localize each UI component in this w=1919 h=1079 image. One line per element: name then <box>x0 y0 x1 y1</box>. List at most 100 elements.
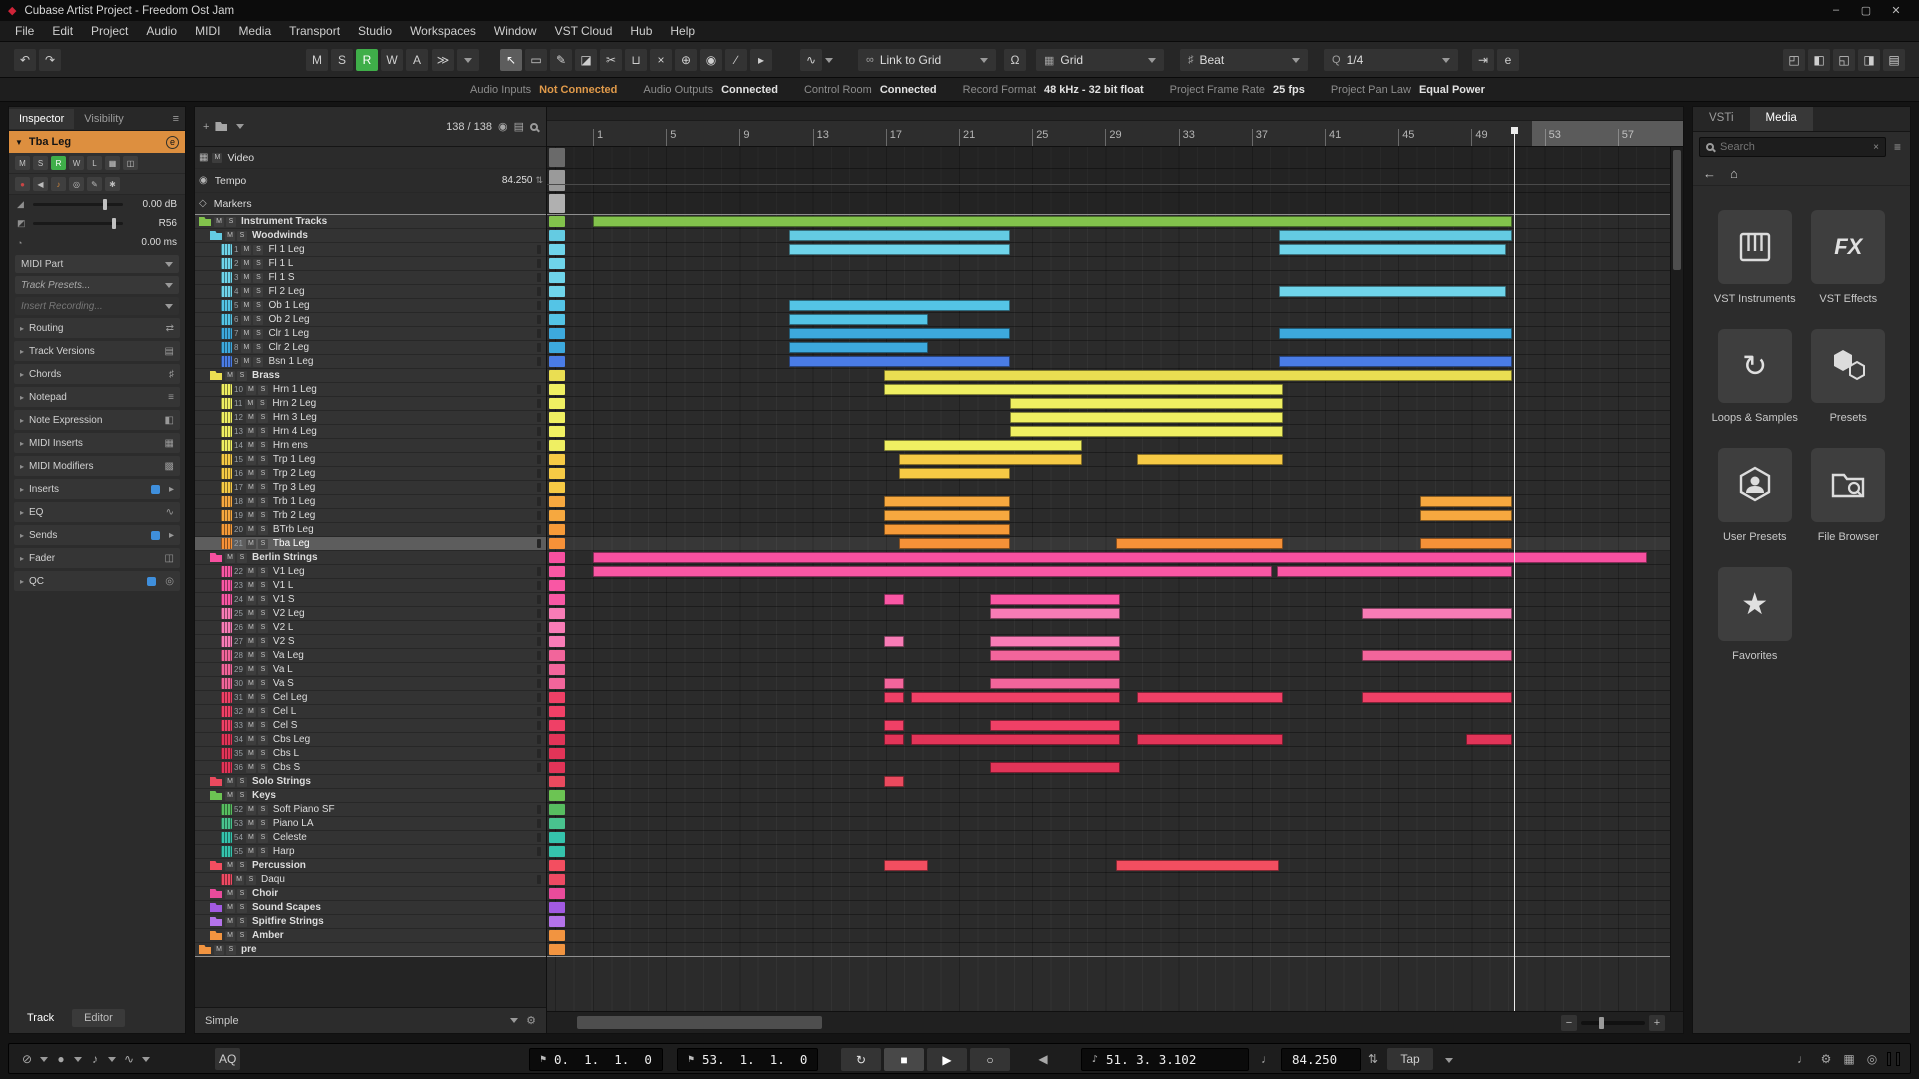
solo-button[interactable]: S <box>237 888 247 899</box>
track-lane[interactable] <box>547 929 1683 943</box>
object-selection-tool[interactable]: ↖ <box>500 49 522 71</box>
mute-button[interactable]: M <box>245 706 256 717</box>
mute-button[interactable]: M <box>245 594 256 605</box>
tab-inspector[interactable]: Inspector <box>9 108 75 129</box>
inspector-section-sends[interactable]: ▸ Sends ▸ <box>14 525 180 545</box>
grid-type-dropdown[interactable]: ▦ Grid <box>1036 49 1164 71</box>
track-list-item[interactable]: 52 M S Soft Piano SF <box>195 803 546 817</box>
tempo-display[interactable]: 84.250 <box>1281 1048 1361 1071</box>
time-position-display[interactable]: ♪ 51. 3. 3.102 <box>1081 1048 1249 1071</box>
track-list-item[interactable]: 33 M S Cel S <box>195 719 546 733</box>
midi-event-clip[interactable] <box>788 230 1011 241</box>
track-list-item[interactable]: 53 M S Piano LA <box>195 817 546 831</box>
track-list-item[interactable]: 34 M S Cbs Leg <box>195 733 546 747</box>
horizontal-scrollbar-thumb[interactable] <box>577 1016 822 1029</box>
quantize-panel-button[interactable]: e <box>1497 49 1519 71</box>
track-lane[interactable] <box>547 257 1683 271</box>
mute-button[interactable]: M <box>245 398 256 409</box>
menu-studio[interactable]: Studio <box>349 24 401 38</box>
minimize-button[interactable]: – <box>1821 4 1851 17</box>
track-preset-dropdown[interactable]: Track Presets... <box>15 276 179 294</box>
track-lane[interactable] <box>547 803 1683 817</box>
track-list-item[interactable]: ◉ Tempo 84.250 ⇅ <box>195 169 546 193</box>
track-lane[interactable] <box>547 663 1683 677</box>
inspector-section-midi-inserts[interactable]: ▸ MIDI Inserts ▦ <box>14 433 180 453</box>
midi-event-clip[interactable] <box>1010 412 1283 423</box>
split-tool[interactable]: ✂ <box>600 49 622 71</box>
mute-button[interactable]: M <box>225 370 235 381</box>
midi-event-clip[interactable] <box>1279 328 1512 339</box>
track-lane[interactable] <box>547 523 1683 537</box>
left-zone-toggle[interactable]: ◧ <box>1808 49 1830 71</box>
solo-button[interactable]: S <box>237 552 247 563</box>
mute-button[interactable]: M <box>241 328 252 339</box>
track-lane[interactable] <box>547 733 1683 747</box>
menu-hub[interactable]: Hub <box>621 24 661 38</box>
track-list-item[interactable]: 30 M S Va S <box>195 677 546 691</box>
mute-button[interactable]: M <box>245 622 256 633</box>
solo-button[interactable]: S <box>257 664 268 675</box>
mute-button[interactable]: M <box>241 342 252 353</box>
midi-event-clip[interactable] <box>883 692 905 703</box>
output-routing-dropdown[interactable]: MIDI Part <box>15 255 179 273</box>
track-list-item[interactable]: 2 M S Fl 1 L <box>195 257 546 271</box>
track-list-item[interactable]: 21 M S Tba Leg <box>195 537 546 551</box>
inspector-section-chords[interactable]: ▸ Chords ♯ <box>14 364 180 384</box>
solo-button[interactable]: S <box>257 608 268 619</box>
lock-icon[interactable]: ◎ <box>1862 1048 1882 1070</box>
solo-button[interactable]: S <box>237 370 247 381</box>
solo-button[interactable]: S <box>237 790 247 801</box>
menu-midi[interactable]: MIDI <box>186 24 229 38</box>
toolbar-state-m[interactable]: M <box>306 49 328 71</box>
track-list-item[interactable]: 36 M S Cbs S <box>195 761 546 775</box>
menu-audio[interactable]: Audio <box>137 24 186 38</box>
curve-tool-icon[interactable]: ∿ <box>800 49 822 71</box>
home-icon[interactable]: ⌂ <box>1730 166 1738 181</box>
solo-button[interactable]: S <box>257 720 268 731</box>
menu-media[interactable]: Media <box>229 24 280 38</box>
tab-media[interactable]: Media <box>1749 107 1813 131</box>
track-lane[interactable] <box>547 719 1683 733</box>
track-list-item[interactable]: 31 M S Cel Leg <box>195 691 546 705</box>
inspector-keyboard-icon[interactable]: ▦ <box>105 156 120 170</box>
mute-button[interactable]: M <box>245 678 256 689</box>
mute-button[interactable]: M <box>225 776 235 787</box>
track-list-item[interactable]: 9 M S Bsn 1 Leg <box>195 355 546 369</box>
record-button[interactable]: ○ <box>970 1048 1010 1071</box>
media-list-view-icon[interactable]: ≡ <box>1891 140 1904 154</box>
solo-button[interactable]: S <box>257 594 268 605</box>
mute-button[interactable]: M <box>212 152 223 163</box>
midi-event-clip[interactable] <box>1116 538 1283 549</box>
pan-slider[interactable] <box>33 218 123 229</box>
track-lane[interactable] <box>547 509 1683 523</box>
menu-window[interactable]: Window <box>485 24 546 38</box>
track-lane[interactable] <box>547 859 1683 873</box>
range-selection-tool[interactable]: ▭ <box>525 49 547 71</box>
solo-button[interactable]: S <box>257 580 268 591</box>
solo-button[interactable]: S <box>257 692 268 703</box>
audio-record-mode-icon[interactable]: ∿ <box>119 1048 139 1070</box>
toolbar-state-w[interactable]: W <box>381 49 403 71</box>
autoscroll-icon[interactable]: ≫ <box>432 49 454 71</box>
midi-event-clip[interactable] <box>788 314 928 325</box>
track-list-item[interactable]: M Spre <box>195 943 546 957</box>
midi-event-clip[interactable] <box>898 454 1082 465</box>
autoscroll-options-button[interactable] <box>457 49 479 71</box>
snap-button[interactable]: Ω <box>1004 49 1026 71</box>
link-to-grid-dropdown[interactable]: ∞ Link to Grid <box>858 49 996 71</box>
mute-button[interactable]: M <box>245 762 256 773</box>
edit-channel-settings-icon[interactable]: e <box>166 135 179 149</box>
toolbar-state-s[interactable]: S <box>331 49 353 71</box>
midi-event-clip[interactable] <box>1361 650 1512 661</box>
onscreen-keyboard-icon[interactable]: ▦ <box>1839 1048 1859 1070</box>
add-track-button[interactable]: + <box>203 121 209 133</box>
setup-workspace-button[interactable]: ◰ <box>1783 49 1805 71</box>
midi-event-clip[interactable] <box>990 762 1121 773</box>
midi-event-clip[interactable] <box>1136 454 1283 465</box>
aq-button[interactable]: AQ <box>215 1048 241 1070</box>
mute-button[interactable]: M <box>245 440 256 451</box>
horizontal-scrollbar[interactable]: − + <box>547 1011 1683 1033</box>
track-lane[interactable] <box>547 537 1683 551</box>
mute-button[interactable]: M <box>245 818 256 829</box>
track-list-item[interactable]: M S Spitfire Strings <box>195 915 546 929</box>
